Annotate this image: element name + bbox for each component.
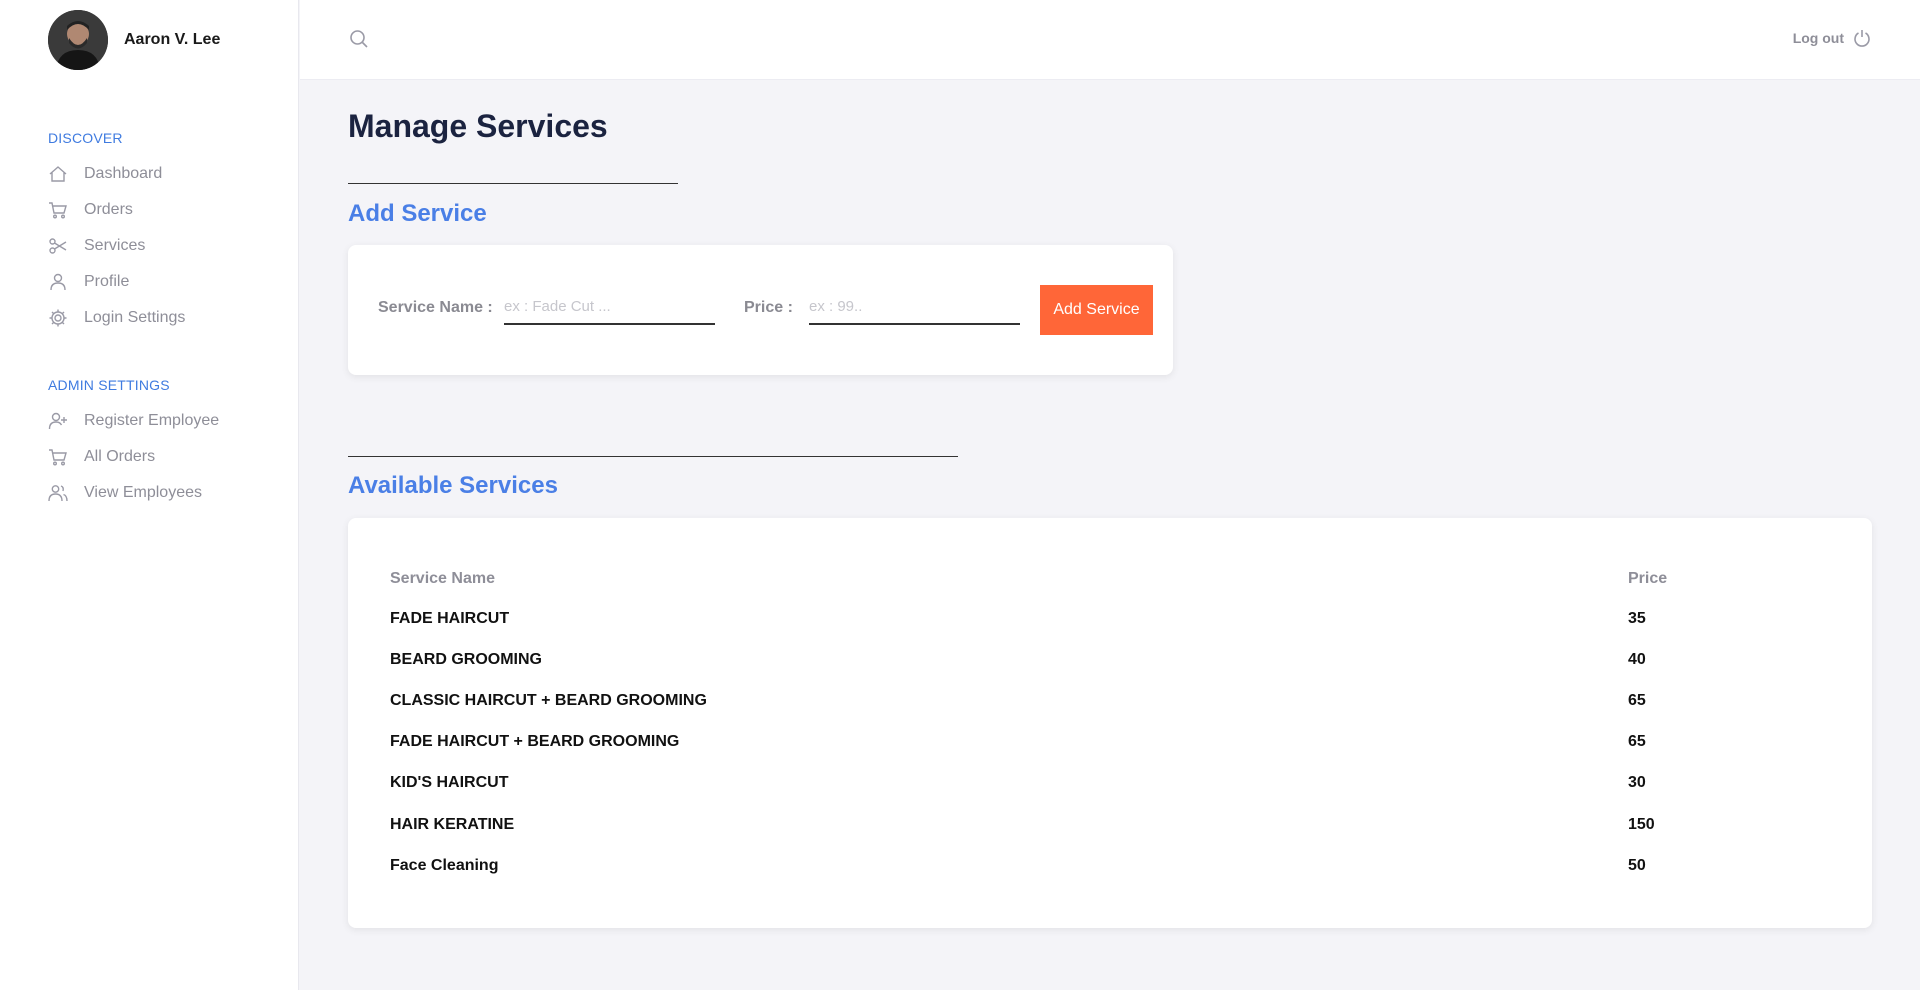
cart-icon bbox=[48, 200, 68, 220]
table-row: KID'S HAIRCUT 30 bbox=[390, 764, 1830, 805]
add-service-button[interactable]: Add Service bbox=[1040, 285, 1153, 335]
table-row: CLASSIC HAIRCUT + BEARD GROOMING 65 bbox=[390, 682, 1830, 723]
available-services-section-title: Available Services bbox=[348, 472, 558, 499]
sidebar-item-label: Login Settings bbox=[84, 309, 186, 326]
logout-label: Log out bbox=[1792, 30, 1844, 46]
available-section-divider bbox=[348, 456, 958, 457]
column-header-service-name: Service Name bbox=[390, 570, 495, 587]
service-name-cell: HAIR KERATINE bbox=[390, 816, 515, 833]
service-name-cell: Face Cleaning bbox=[390, 857, 499, 874]
service-name-cell: FADE HAIRCUT bbox=[390, 610, 510, 627]
page-title: Manage Services bbox=[348, 108, 608, 144]
user-name: Aaron V. Lee bbox=[124, 31, 221, 48]
service-name-input[interactable] bbox=[504, 289, 715, 325]
sidebar-item-login-settings[interactable]: Login Settings bbox=[48, 300, 185, 336]
logout-button[interactable]: Log out bbox=[1793, 28, 1872, 48]
service-name-cell: FADE HAIRCUT + BEARD GROOMING bbox=[390, 733, 680, 750]
table-row: Face Cleaning 50 bbox=[390, 847, 1830, 888]
service-name-cell: BEARD GROOMING bbox=[390, 651, 542, 668]
service-price-cell: 65 bbox=[1628, 733, 1646, 750]
service-price-cell: 35 bbox=[1628, 610, 1646, 627]
home-icon bbox=[48, 164, 68, 184]
sidebar: Aaron V. Lee DISCOVER Dashboard Orders S… bbox=[0, 0, 299, 990]
service-name-cell: KID'S HAIRCUT bbox=[390, 774, 509, 791]
sidebar-item-label: Profile bbox=[84, 273, 130, 290]
user-plus-icon bbox=[48, 411, 68, 431]
table-row: FADE HAIRCUT + BEARD GROOMING 65 bbox=[390, 723, 1830, 764]
sidebar-item-label: Orders bbox=[84, 201, 133, 218]
scissors-icon bbox=[48, 236, 68, 256]
admin-section-label: ADMIN SETTINGS bbox=[48, 377, 170, 393]
power-icon bbox=[1852, 28, 1872, 48]
column-header-price: Price bbox=[1628, 570, 1668, 587]
service-price-cell: 30 bbox=[1628, 774, 1646, 791]
avatar[interactable] bbox=[48, 10, 108, 70]
users-icon bbox=[48, 483, 68, 503]
price-input[interactable] bbox=[809, 289, 1020, 325]
user-icon bbox=[48, 272, 68, 292]
topbar: Log out bbox=[300, 0, 1920, 80]
sidebar-item-label: Register Employee bbox=[84, 412, 220, 429]
table-row: FADE HAIRCUT 35 bbox=[390, 600, 1830, 641]
service-name-cell: CLASSIC HAIRCUT + BEARD GROOMING bbox=[390, 692, 707, 709]
admin-nav: Register Employee All Orders View Employ… bbox=[48, 403, 219, 511]
sidebar-item-orders[interactable]: Orders bbox=[48, 192, 185, 228]
service-price-cell: 40 bbox=[1628, 651, 1646, 668]
service-price-cell: 65 bbox=[1628, 692, 1646, 709]
discover-nav: Dashboard Orders Services Profile Login … bbox=[48, 156, 185, 336]
service-price-cell: 50 bbox=[1628, 857, 1646, 874]
search-icon[interactable] bbox=[348, 28, 370, 50]
sidebar-item-view-employees[interactable]: View Employees bbox=[48, 475, 219, 511]
sidebar-item-dashboard[interactable]: Dashboard bbox=[48, 156, 185, 192]
table-row: BEARD GROOMING 40 bbox=[390, 641, 1830, 682]
services-table: Service Name Price FADE HAIRCUT 35 BEARD… bbox=[348, 518, 1872, 928]
cart-icon bbox=[48, 447, 68, 467]
add-service-section-title: Add Service bbox=[348, 200, 487, 227]
table-row: HAIR KERATINE 150 bbox=[390, 806, 1830, 847]
user-profile[interactable]: Aaron V. Lee bbox=[48, 10, 220, 70]
sidebar-item-services[interactable]: Services bbox=[48, 228, 185, 264]
sidebar-item-label: Services bbox=[84, 237, 146, 254]
gear-icon bbox=[48, 308, 68, 328]
price-label: Price : bbox=[744, 299, 793, 316]
sidebar-item-register-employee[interactable]: Register Employee bbox=[48, 403, 219, 439]
sidebar-item-label: Dashboard bbox=[84, 165, 163, 182]
sidebar-item-label: All Orders bbox=[84, 448, 156, 465]
discover-section-label: DISCOVER bbox=[48, 130, 123, 146]
sidebar-item-profile[interactable]: Profile bbox=[48, 264, 185, 300]
sidebar-item-label: View Employees bbox=[84, 484, 202, 501]
sidebar-item-all-orders[interactable]: All Orders bbox=[48, 439, 219, 475]
service-price-cell: 150 bbox=[1628, 816, 1655, 833]
add-section-divider bbox=[348, 183, 678, 184]
add-service-form: Service Name : Price : Add Service bbox=[348, 245, 1173, 375]
service-name-label: Service Name : bbox=[378, 299, 493, 316]
